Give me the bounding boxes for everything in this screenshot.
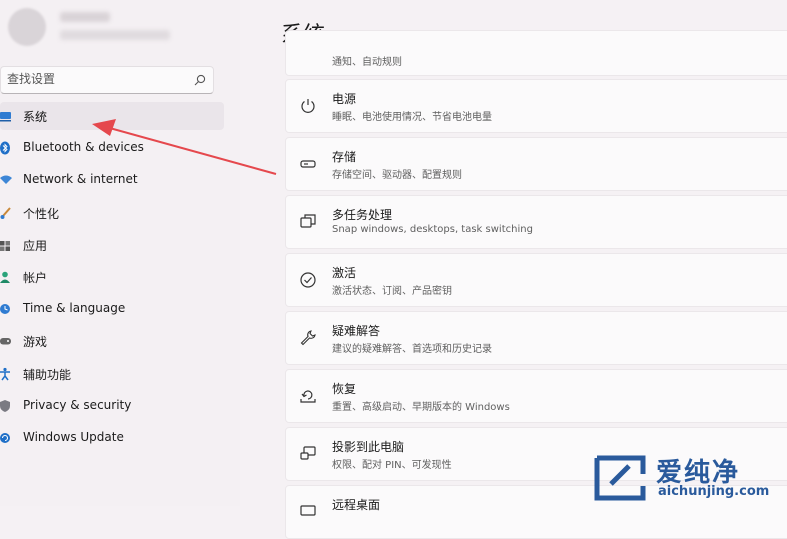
multitask-icon <box>300 214 316 228</box>
bluetooth-icon <box>0 141 10 155</box>
project-icon <box>300 446 316 460</box>
sidebar-item-gaming[interactable]: 游戏 <box>0 327 224 355</box>
wrench-icon <box>300 330 316 346</box>
shield-icon <box>0 399 10 412</box>
card-subtitle: 睡眠、电池使用情况、节省电池电量 <box>332 112 492 123</box>
card-subtitle: 权限、配对 PIN、可发现性 <box>332 460 452 471</box>
sidebar-item-label: Bluetooth & devices <box>23 140 144 155</box>
card-title: 疑难解答 <box>332 324 381 338</box>
card-subtitle: 通知、自动规则 <box>332 57 402 68</box>
check-circle-icon <box>300 272 316 288</box>
card-subtitle: 激活状态、订阅、产品密钥 <box>332 286 452 297</box>
card-title: 恢复 <box>332 382 357 396</box>
sidebar-nav: 系统 Bluetooth & devices Network & interne… <box>0 102 224 456</box>
card-title: 远程桌面 <box>332 498 381 512</box>
watermark-url: aichunjing.com <box>658 484 770 499</box>
profile-email-blurred <box>60 30 170 40</box>
sidebar: 系统 Bluetooth & devices Network & interne… <box>0 0 240 506</box>
card-title: 激活 <box>332 266 357 280</box>
sidebar-item-system[interactable]: 系统 <box>0 102 224 130</box>
accessibility-icon <box>0 367 10 380</box>
sidebar-item-windows-update[interactable]: Windows Update <box>0 424 224 452</box>
card-subtitle: Snap windows, desktops, task switching <box>332 224 533 235</box>
settings-card-activation[interactable]: 激活 激活状态、订阅、产品密钥 <box>285 253 787 307</box>
power-icon <box>301 99 315 113</box>
apps-icon <box>0 240 10 251</box>
storage-icon <box>300 160 316 168</box>
globe-clock-icon <box>0 304 10 315</box>
settings-card-recovery[interactable]: 恢复 重置、高级启动、早期版本的 Windows <box>285 369 787 423</box>
settings-card-partial-top[interactable]: 通知、自动规则 <box>285 30 787 76</box>
card-subtitle: 建议的疑难解答、首选项和历史记录 <box>332 344 492 355</box>
sidebar-item-label: 帐户 <box>23 270 48 285</box>
sidebar-item-privacy[interactable]: Privacy & security <box>0 392 224 420</box>
sidebar-item-accounts[interactable]: 帐户 <box>0 263 224 291</box>
settings-card-power[interactable]: 电源 睡眠、电池使用情况、节省电池电量 <box>285 79 787 133</box>
sidebar-item-label: Privacy & security <box>23 397 132 412</box>
monitor-icon <box>0 112 11 122</box>
card-subtitle: 存储空间、驱动器、配置规则 <box>332 170 462 181</box>
sidebar-item-accessibility[interactable]: 辅助功能 <box>0 360 224 388</box>
sidebar-item-apps[interactable]: 应用 <box>0 231 224 259</box>
user-profile[interactable] <box>8 8 228 48</box>
gamepad-icon <box>0 338 11 345</box>
sidebar-item-label: 应用 <box>23 238 48 253</box>
search-box[interactable] <box>0 66 214 94</box>
sidebar-item-label: 游戏 <box>23 335 48 350</box>
update-icon <box>0 432 10 443</box>
brush-icon <box>0 206 11 219</box>
card-title: 电源 <box>332 92 357 106</box>
settings-card-storage[interactable]: 存储 存储空间、驱动器、配置规则 <box>285 137 787 191</box>
recovery-icon <box>300 390 316 403</box>
search-input[interactable] <box>7 72 187 86</box>
settings-card-troubleshoot[interactable]: 疑难解答 建议的疑难解答、首选项和历史记录 <box>285 311 787 365</box>
profile-name-blurred <box>60 12 110 22</box>
sidebar-item-label: Network & internet <box>23 172 138 187</box>
watermark-emblem-icon <box>594 455 646 501</box>
card-title: 多任务处理 <box>332 208 393 222</box>
sidebar-item-label: 辅助功能 <box>23 367 72 382</box>
sidebar-item-label: 个性化 <box>23 206 60 221</box>
sidebar-item-label: Windows Update <box>23 429 124 444</box>
settings-list: 通知、自动规则 电源 睡眠、电池使用情况、节省电池电量 存储 存储空间、驱动器、… <box>285 0 787 539</box>
settings-card-multitasking[interactable]: 多任务处理 Snap windows, desktops, task switc… <box>285 195 787 249</box>
card-subtitle: 重置、高级启动、早期版本的 Windows <box>332 402 510 413</box>
sidebar-item-time-language[interactable]: Time & language <box>0 295 224 323</box>
sidebar-item-network[interactable]: Network & internet <box>0 166 224 194</box>
watermark-logo: 爱纯净 aichunjing.com <box>588 450 787 506</box>
card-title: 投影到此电脑 <box>332 440 405 454</box>
sidebar-item-label: 系统 <box>23 110 48 124</box>
sidebar-item-label: Time & language <box>23 301 126 316</box>
card-title: 存储 <box>332 150 357 164</box>
sidebar-item-personalization[interactable]: 个性化 <box>0 199 224 227</box>
wifi-icon <box>0 175 12 185</box>
search-icon[interactable] <box>194 74 206 86</box>
sidebar-item-bluetooth[interactable]: Bluetooth & devices <box>0 134 224 162</box>
person-icon <box>0 271 10 283</box>
avatar[interactable] <box>8 8 46 46</box>
